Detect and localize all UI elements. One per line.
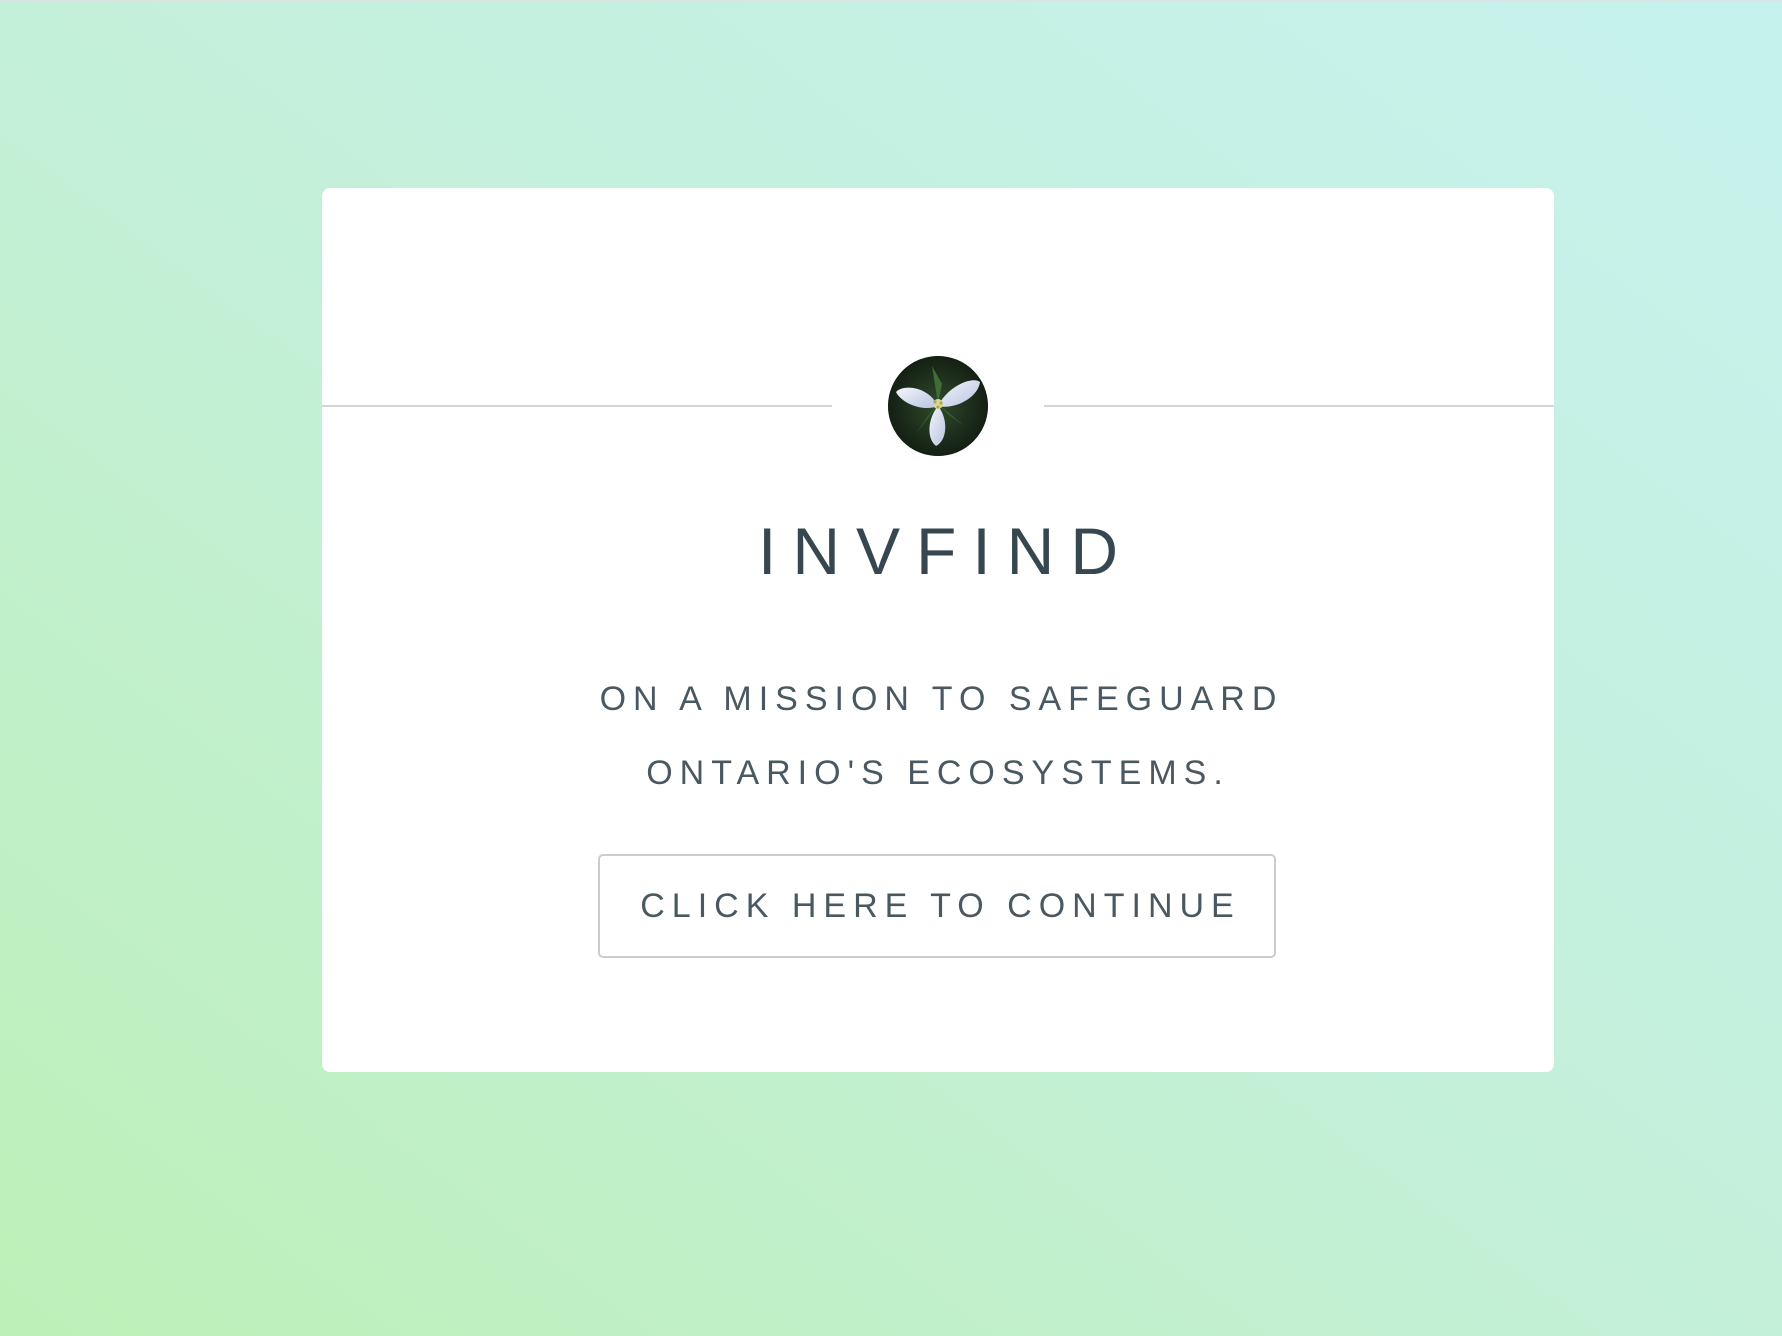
welcome-card: INVFIND ON A MISSION TO SAFEGUARD ONTARI… (322, 188, 1554, 1072)
trillium-flower-icon (888, 356, 988, 456)
app-title: INVFIND (758, 514, 1134, 588)
continue-button[interactable]: CLICK HERE TO CONTINUE (598, 854, 1276, 958)
divider-right (1044, 405, 1554, 407)
tagline: ON A MISSION TO SAFEGUARD ONTARIO'S ECOS… (599, 680, 1284, 792)
divider-left (322, 405, 832, 407)
